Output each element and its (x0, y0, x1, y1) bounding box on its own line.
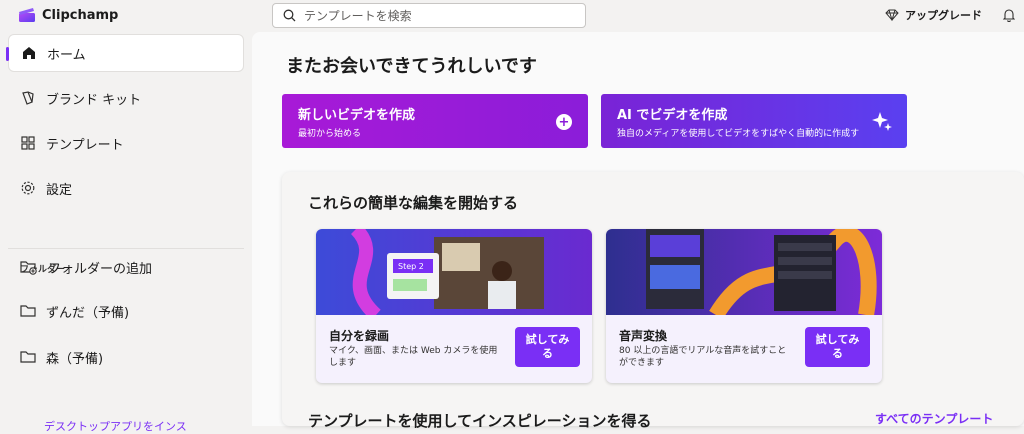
section-title: これらの簡単な編集を開始する (308, 194, 519, 212)
sidebar-item-folder-mori[interactable]: 森（予備) (8, 338, 244, 376)
plus-icon: + (556, 114, 572, 130)
step-label: Step 2 (398, 262, 424, 271)
sidebar-item-label: テンプレート (46, 137, 124, 153)
templates-section-title: テンプレートを使用してインスピレーションを得る (308, 412, 652, 430)
cta-subtitle: 最初から始める (298, 129, 362, 139)
folder-add-icon (20, 261, 37, 275)
card-description: マイク、画面、または Web カメラを使用します (329, 346, 498, 368)
quick-edits-panel: これらの簡単な編集を開始する Step 2 自分を録画 マイク、画面、または W… (282, 172, 1024, 426)
record-thumbnail-image: Step 2 (316, 229, 592, 315)
home-icon (23, 47, 35, 59)
sidebar-item-label: ブランド キット (46, 92, 142, 108)
sidebar-item-folder-zunda[interactable]: ずんだ（予備) (8, 292, 244, 330)
clipchamp-logo-icon (19, 8, 35, 22)
voice-conversion-card[interactable]: 音声変換 80 以上の言語でリアルな音声を試すことができます 試してみる (606, 229, 882, 383)
notification-bell-icon[interactable] (1003, 8, 1015, 22)
app-name: Clipchamp (42, 7, 119, 23)
install-desktop-app-link[interactable]: デスクトップアプリをインス (44, 418, 187, 434)
create-ai-video-button[interactable]: AI でビデオを作成 独自のメディアを使用してビデオをすばやく自動的に作成す (601, 94, 907, 148)
search-input[interactable] (304, 8, 574, 23)
cta-title: AI でビデオを作成 (617, 108, 728, 123)
card-title: 自分を録画 (329, 329, 390, 343)
sidebar-item-label: ずんだ（予備) (46, 305, 130, 321)
brand-kit-icon (22, 91, 34, 105)
all-templates-link[interactable]: すべてのテンプレート (875, 410, 993, 427)
cta-subtitle: 独自のメディアを使用してビデオをすばやく自動的に作成す (617, 129, 860, 139)
sidebar: ホーム ブランド キット テンプレート 設定 フォルダー フォルダーの追加 ずん… (0, 32, 250, 433)
card-title: 音声変換 (619, 329, 668, 343)
search-icon (283, 9, 296, 22)
sparkle-icon (872, 112, 892, 131)
sidebar-item-home[interactable]: ホーム (6, 34, 244, 72)
sidebar-item-label: 設定 (46, 182, 73, 198)
sidebar-item-label: フォルダーの追加 (48, 261, 153, 277)
sidebar-item-label: ホーム (47, 47, 86, 63)
search-box[interactable] (272, 3, 586, 28)
sidebar-item-label: 森（予備) (46, 351, 104, 367)
folder-icon (20, 305, 36, 317)
record-yourself-card[interactable]: Step 2 自分を録画 マイク、画面、または Web カメラを使用します 試し… (316, 229, 592, 383)
create-new-video-button[interactable]: 新しいビデオを作成 最初から始める + (282, 94, 588, 148)
gear-icon (21, 181, 35, 195)
try-voice-button[interactable]: 試してみる (805, 327, 870, 367)
template-icon (21, 136, 35, 150)
sidebar-item-settings[interactable]: 設定 (8, 169, 244, 207)
try-record-button[interactable]: 試してみる (515, 327, 580, 367)
cta-title: 新しいビデオを作成 (298, 108, 416, 123)
sidebar-item-add-folder[interactable]: フォルダーの追加 (8, 248, 244, 286)
main-content: またお会いできてうれしいです 新しいビデオを作成 最初から始める + AI でビ… (252, 32, 1024, 430)
folder-icon (20, 351, 36, 363)
app-logo[interactable]: Clipchamp (18, 7, 118, 23)
upgrade-label: アップグレード (905, 9, 982, 22)
diamond-icon (885, 9, 899, 21)
voice-thumbnail-image (606, 229, 882, 315)
card-description: 80 以上の言語でリアルな音声を試すことができます (619, 346, 787, 368)
sidebar-item-templates[interactable]: テンプレート (8, 124, 244, 162)
upgrade-button[interactable]: アップグレード (885, 7, 982, 23)
page-title: またお会いできてうれしいです (286, 56, 537, 77)
sidebar-item-brand-kit[interactable]: ブランド キット (8, 79, 244, 117)
top-bar: Clipchamp アップグレード (0, 0, 1024, 32)
